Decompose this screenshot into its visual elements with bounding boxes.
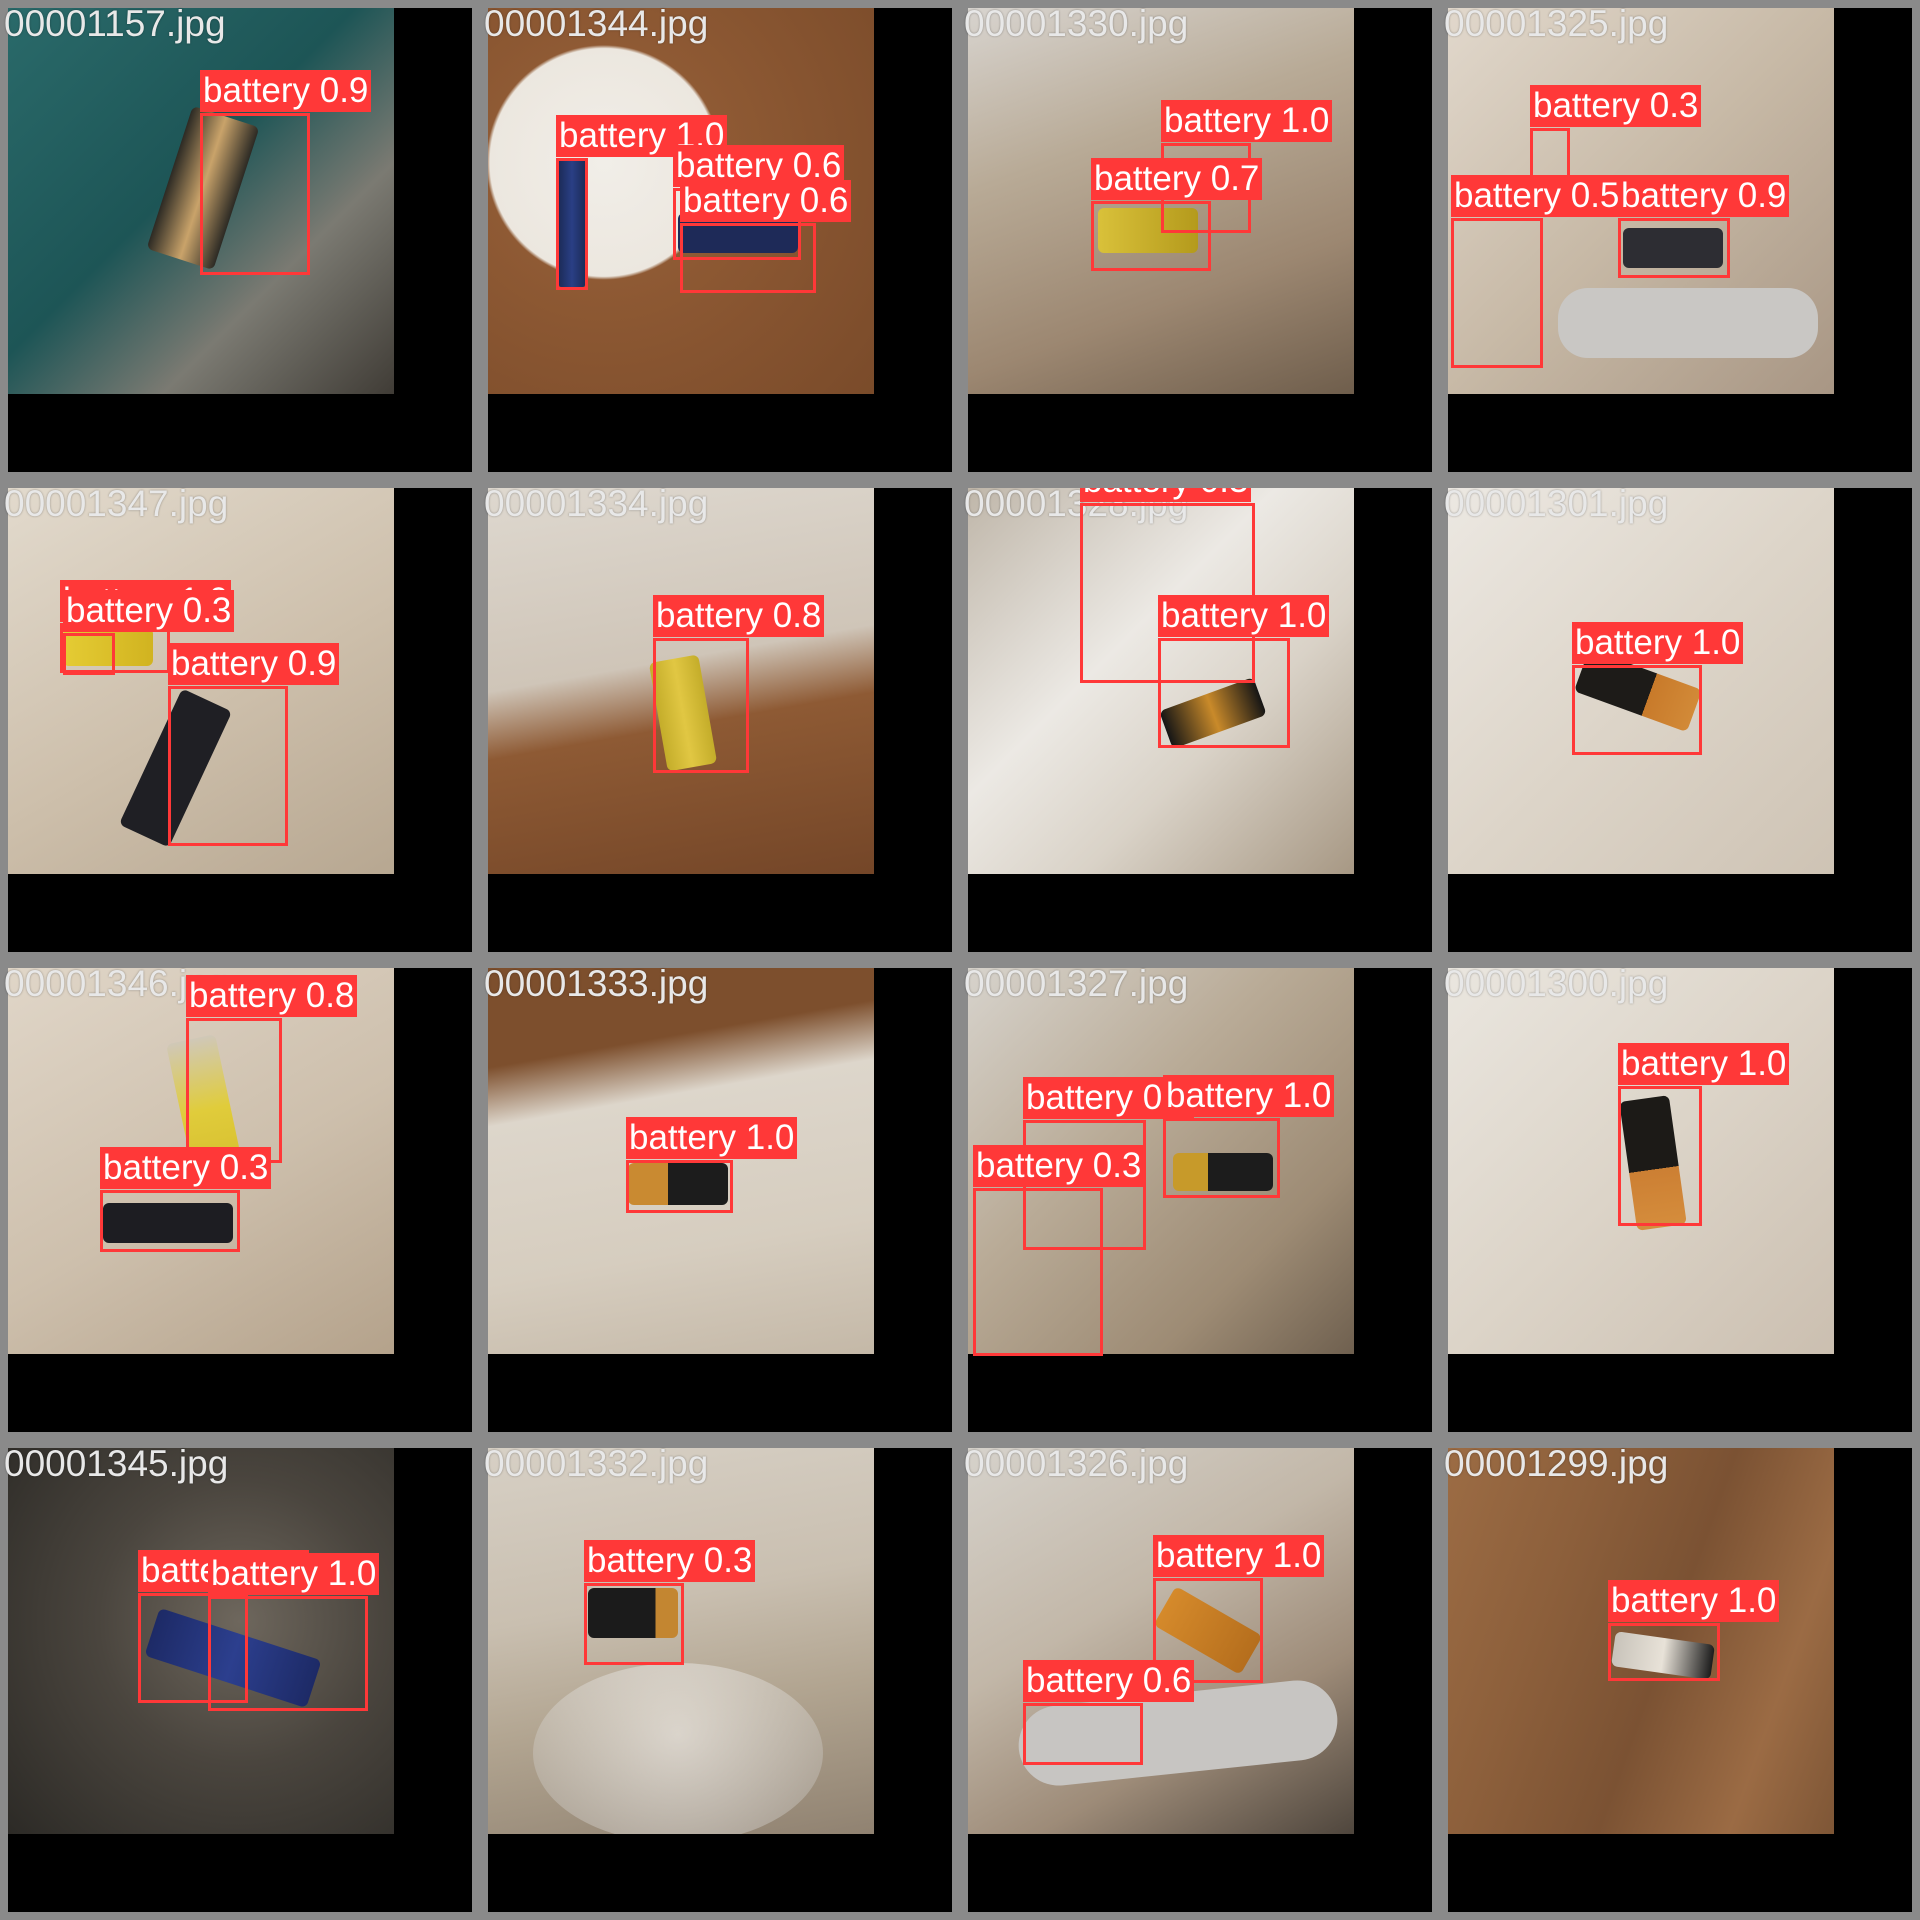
- image-tile: battery 0.8 battery 0.3 00001346.jpg: [0, 960, 480, 1440]
- detection-label: battery 1.0: [1161, 100, 1333, 142]
- detection-label: battery 0.3: [100, 1147, 272, 1189]
- detection-box: battery 0.9: [168, 643, 340, 846]
- filename-label: 00001345.jpg: [4, 1443, 229, 1484]
- letterbox-canvas: battery 0.8 battery 0.3: [8, 968, 472, 1432]
- detection-box: battery 1.0: [1572, 622, 1744, 755]
- battery-object: [1558, 288, 1818, 358]
- detection-box: battery 0.3: [584, 1540, 756, 1665]
- detection-box: battery 0.8: [186, 975, 358, 1163]
- filename-label: 00001325.jpg: [1444, 3, 1669, 44]
- detection-label: battery 0.7: [1091, 158, 1263, 200]
- filename-label: 00001332.jpg: [484, 1443, 709, 1484]
- detection-label: battery 0.9: [200, 70, 372, 112]
- filename-label: 00001300.jpg: [1444, 963, 1669, 1004]
- detection-box: battery 0.9: [1618, 175, 1790, 278]
- image-tile: battery 0.6 battery 1.0 battery 0.3 0000132…: [960, 960, 1440, 1440]
- detection-label: battery 0.8: [653, 595, 825, 637]
- detection-box: battery 1.0: [208, 1553, 380, 1711]
- filename-label: 00001327.jpg: [964, 963, 1189, 1004]
- filename-label: 00001157.jpg: [4, 3, 226, 44]
- image-tile: battery 1.0 00001300.jpg: [1440, 960, 1920, 1440]
- detection-label: battery 0.9: [1618, 175, 1790, 217]
- letterbox-canvas: battery 1.0: [1448, 968, 1912, 1432]
- filename-label: 00001301.jpg: [1444, 483, 1669, 524]
- detection-label: battery 1.0: [1158, 595, 1330, 637]
- detection-box: battery 0.3: [973, 1145, 1145, 1356]
- filename-label: 00001347.jpg: [4, 483, 229, 524]
- image-tile: battery 1.0 battery 0.6 00001326.jpg: [960, 1440, 1440, 1920]
- detection-label: battery 1.0: [626, 1117, 798, 1159]
- detection-box: battery 0.7: [1091, 158, 1263, 271]
- image-tile: battery 1.0 battery 0.6 battery 0.6 0000134…: [480, 0, 960, 480]
- detection-label: battery 1.0: [1572, 622, 1744, 664]
- detection-label: battery 0.6: [680, 180, 852, 222]
- image-tile: battery 1.0 00001301.jpg: [1440, 480, 1920, 960]
- detection-box: battery 0.9: [200, 70, 372, 275]
- detection-label: battery 1.0: [208, 1553, 380, 1595]
- image-tile: battery 0.9 00001157.jpg: [0, 0, 480, 480]
- detection-label: battery 1.0: [1608, 1580, 1780, 1622]
- detection-label: battery 1.0: [1153, 1535, 1325, 1577]
- detection-box: battery 0.6: [680, 180, 852, 293]
- detection-box: battery 1.0: [556, 115, 728, 290]
- detection-box: battery 0.6: [1023, 1660, 1195, 1765]
- detection-label: battery 1.0: [1618, 1043, 1790, 1085]
- image-tile: battery 0.3 battery 0.5 battery 0.9 0000132…: [1440, 0, 1920, 480]
- detection-box: battery 1.0: [626, 1117, 798, 1213]
- detection-box: battery 0.3: [63, 590, 235, 675]
- image-tile: battery 1.0 battery 0.7 00001330.jpg: [960, 0, 1440, 480]
- detection-label: battery 0.3: [973, 1145, 1145, 1187]
- detection-label: battery 0.3: [63, 590, 235, 632]
- image-tile: battery 1.0battery 0.3battery 0.90000134…: [0, 480, 480, 960]
- letterbox-canvas: battery 1.0battery 0.3battery 0.9: [8, 488, 472, 952]
- detection-label: battery 0.3: [584, 1540, 756, 1582]
- battery-object: [533, 1663, 823, 1834]
- detection-label: battery 0.3: [1530, 85, 1702, 127]
- detection-box: battery 0.3: [1530, 85, 1702, 178]
- detection-label: battery 0.3: [1080, 488, 1252, 502]
- image-tile: battery 1.0 00001333.jpg: [480, 960, 960, 1440]
- detection-box: battery 0.5: [1451, 175, 1623, 368]
- detection-label: battery 0.6: [1023, 1660, 1195, 1702]
- image-tile: battery 0.8 00001334.jpg: [480, 480, 960, 960]
- filename-label: 00001330.jpg: [964, 3, 1189, 44]
- letterbox-canvas: battery 0.3 battery 1.0: [968, 488, 1432, 952]
- letterbox-canvas: battery 1.0: [1448, 488, 1912, 952]
- letterbox-canvas: battery 1.0: [488, 968, 952, 1432]
- detection-label: battery 0.9: [168, 643, 340, 685]
- letterbox-canvas: battery 0.8: [488, 488, 952, 952]
- filename-label: 00001344.jpg: [484, 3, 709, 44]
- letterbox-canvas: battery 0.6 battery 1.0 battery 0.3: [968, 968, 1432, 1432]
- detection-label: battery 0.5: [1451, 175, 1623, 217]
- letterbox-canvas: battery 0.3battery 1.0: [8, 1448, 472, 1912]
- filename-label: 00001299.jpg: [1444, 1443, 1669, 1484]
- image-tile: battery 1.0 00001299.jpg: [1440, 1440, 1920, 1920]
- detection-box: battery 0.8: [653, 595, 825, 773]
- detection-label: battery 0.8: [186, 975, 358, 1017]
- detection-box: battery 1.0: [1608, 1580, 1780, 1681]
- letterbox-canvas: battery 1.0: [1448, 1448, 1912, 1912]
- detection-box: battery 1.0: [1163, 1075, 1335, 1198]
- detection-label: battery 1.0: [1163, 1075, 1335, 1117]
- filename-label: 00001334.jpg: [484, 483, 709, 524]
- detection-mosaic: battery 0.9 00001157.jpg battery 1.0 batter…: [0, 0, 1920, 1920]
- image-tile: battery 0.3battery 1.000001328.jpg: [960, 480, 1440, 960]
- detection-box: battery 1.0: [1158, 595, 1330, 748]
- letterbox-canvas: battery 1.0 battery 0.7: [968, 8, 1432, 472]
- image-tile: battery 0.3battery 1.000001345.jpg: [0, 1440, 480, 1920]
- image-tile: battery 0.3 00001332.jpg: [480, 1440, 960, 1920]
- letterbox-canvas: battery 0.3 battery 0.5 battery 0.9: [1448, 8, 1912, 472]
- letterbox-canvas: battery 1.0 battery 0.6: [968, 1448, 1432, 1912]
- detection-box: battery 1.0: [1618, 1043, 1790, 1226]
- letterbox-canvas: battery 1.0 battery 0.6 battery 0.6: [488, 8, 952, 472]
- letterbox-canvas: battery 0.9: [8, 8, 472, 472]
- letterbox-canvas: battery 0.3: [488, 1448, 952, 1912]
- filename-label: 00001333.jpg: [484, 963, 709, 1004]
- filename-label: 00001326.jpg: [964, 1443, 1189, 1484]
- detection-box: battery 0.3: [100, 1147, 272, 1252]
